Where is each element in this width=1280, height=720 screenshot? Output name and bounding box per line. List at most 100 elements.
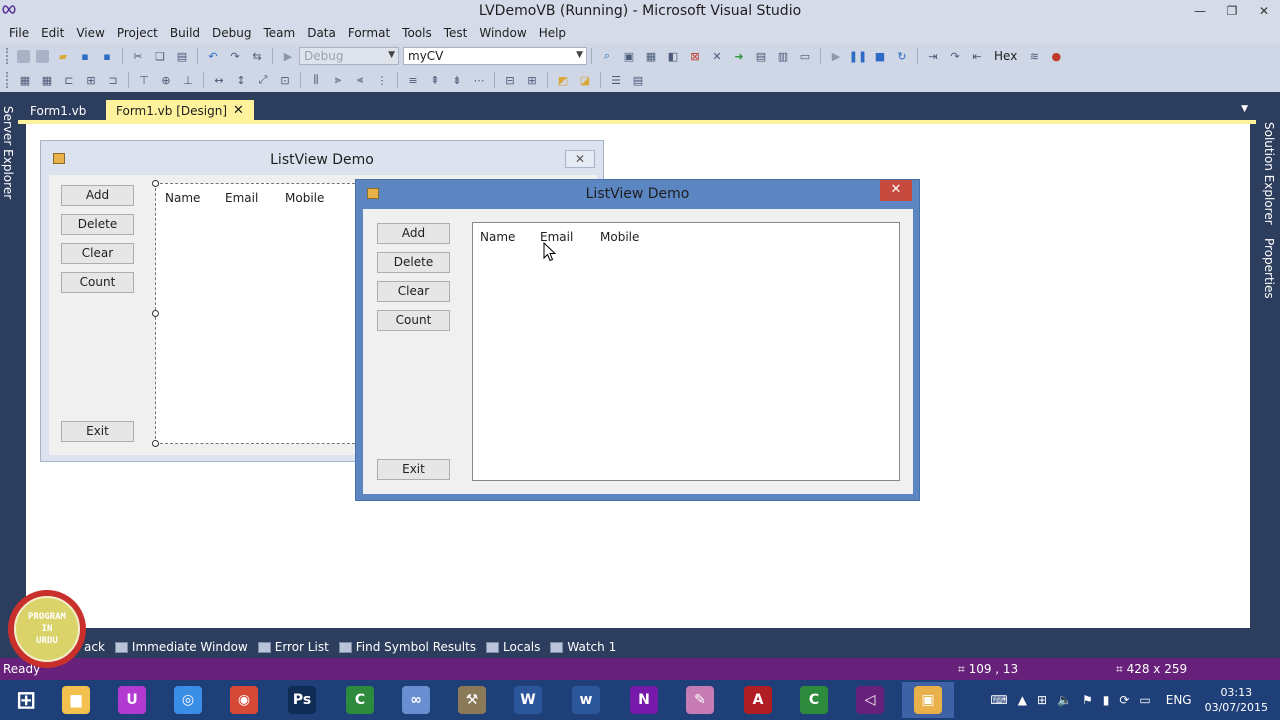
solution-config-combo[interactable]: Debug ▼ bbox=[299, 47, 399, 65]
menu-team[interactable]: Team bbox=[257, 23, 301, 43]
align-left-icon[interactable]: ⊏ bbox=[61, 72, 77, 88]
language-indicator[interactable]: ENG bbox=[1166, 693, 1192, 707]
minimize-icon[interactable]: — bbox=[1184, 0, 1216, 22]
continue-icon[interactable]: ▶ bbox=[828, 48, 844, 64]
menu-help[interactable]: Help bbox=[533, 23, 572, 43]
menu-test[interactable]: Test bbox=[438, 23, 474, 43]
toolbox-icon[interactable]: ⊠ bbox=[687, 48, 703, 64]
v-spacing-equal-icon[interactable]: ≡ bbox=[405, 72, 421, 88]
count-button[interactable]: Count bbox=[377, 310, 450, 331]
tab-watch-1[interactable]: Watch 1 bbox=[550, 640, 616, 654]
same-height-icon[interactable]: ↕ bbox=[233, 72, 249, 88]
tab-order-icon[interactable]: ☰ bbox=[608, 72, 624, 88]
navigate-icon[interactable]: ⇆ bbox=[249, 48, 265, 64]
save-icon[interactable]: ▪ bbox=[77, 48, 93, 64]
exit-button[interactable]: Exit bbox=[377, 459, 450, 480]
new-project-icon[interactable] bbox=[17, 49, 30, 63]
cut-icon[interactable]: ✂ bbox=[130, 48, 146, 64]
align-right-icon[interactable]: ⊐ bbox=[105, 72, 121, 88]
toolbar-grip[interactable] bbox=[6, 72, 10, 88]
tab-immediate-window[interactable]: Immediate Window bbox=[114, 640, 248, 654]
taskbar-app[interactable]: ⊞ bbox=[0, 682, 52, 718]
designer-exit-button[interactable]: Exit bbox=[61, 421, 134, 442]
taskbar-app[interactable]: ⚒ bbox=[446, 682, 498, 718]
startup-object-combo[interactable]: myCV ▼ bbox=[403, 47, 587, 65]
monitor-icon[interactable]: ▭ bbox=[1139, 693, 1150, 707]
v-spacing-remove-icon[interactable]: ⋯ bbox=[471, 72, 487, 88]
designer-add-button[interactable]: Add bbox=[61, 185, 134, 206]
taskbar-app[interactable]: Ps bbox=[276, 682, 328, 718]
taskbar-app[interactable]: ∞ bbox=[390, 682, 442, 718]
column-header-email[interactable]: Email bbox=[225, 191, 258, 205]
threads-icon[interactable]: ≋ bbox=[1026, 48, 1042, 64]
menu-project[interactable]: Project bbox=[111, 23, 164, 43]
same-width-icon[interactable]: ↔ bbox=[211, 72, 227, 88]
window-icon[interactable]: ▭ bbox=[797, 48, 813, 64]
clock[interactable]: 03:13 03/07/2015 bbox=[1205, 685, 1268, 715]
designer-count-button[interactable]: Count bbox=[61, 272, 134, 293]
close-icon[interactable]: ✕ bbox=[1248, 0, 1280, 22]
network-icon[interactable]: ▮ bbox=[1103, 693, 1110, 707]
running-form-close-button[interactable]: ✕ bbox=[880, 180, 912, 201]
show-hidden-icon[interactable]: ▲ bbox=[1018, 693, 1027, 707]
taskbar-app[interactable]: W bbox=[502, 682, 554, 718]
column-header-name[interactable]: Name bbox=[165, 191, 200, 205]
tab-error-list[interactable]: Error List bbox=[257, 640, 329, 654]
menu-file[interactable]: File bbox=[3, 23, 35, 43]
open-folder-icon[interactable]: ▰ bbox=[55, 48, 71, 64]
wrench-icon[interactable]: ✕ bbox=[709, 48, 725, 64]
taskbar-app[interactable]: ✎ bbox=[674, 682, 726, 718]
save-all-icon[interactable]: ▪ bbox=[99, 48, 115, 64]
server-explorer-tab[interactable]: Server Explorer bbox=[1, 106, 15, 199]
tab-find-symbol-results[interactable]: Find Symbol Results bbox=[338, 640, 476, 654]
h-spacing-decrease-icon[interactable]: ⫷ bbox=[352, 72, 368, 88]
step-over-icon[interactable]: ↷ bbox=[947, 48, 963, 64]
sync-icon[interactable]: ⟳ bbox=[1119, 693, 1129, 707]
h-spacing-remove-icon[interactable]: ⋮ bbox=[374, 72, 390, 88]
taskbar-app[interactable]: ▆ bbox=[50, 682, 102, 718]
redo-icon[interactable]: ↷ bbox=[227, 48, 243, 64]
align-to-grid-icon[interactable]: ▦ bbox=[17, 72, 33, 88]
taskbar-app[interactable]: w bbox=[560, 682, 612, 718]
class-view-icon[interactable]: ▤ bbox=[753, 48, 769, 64]
center-horizontally-icon[interactable]: ⊟ bbox=[502, 72, 518, 88]
resize-handle[interactable] bbox=[152, 310, 159, 317]
find-icon[interactable]: ⌕ bbox=[599, 48, 615, 64]
forward-icon[interactable]: ➜ bbox=[731, 48, 747, 64]
undo-icon[interactable]: ↶ bbox=[205, 48, 221, 64]
designer-delete-button[interactable]: Delete bbox=[61, 214, 134, 235]
tab-form1-vb[interactable]: Form1.vb bbox=[20, 100, 96, 122]
menu-edit[interactable]: Edit bbox=[35, 23, 70, 43]
column-header-mobile[interactable]: Mobile bbox=[285, 191, 324, 205]
add-item-icon[interactable] bbox=[36, 49, 49, 63]
menu-data[interactable]: Data bbox=[301, 23, 342, 43]
size-to-grid-icon[interactable]: ⊡ bbox=[277, 72, 293, 88]
restore-icon[interactable]: ❐ bbox=[1216, 0, 1248, 22]
send-to-back-icon[interactable]: ◪ bbox=[577, 72, 593, 88]
hex-toggle[interactable]: Hex bbox=[994, 49, 1017, 63]
designer-listview[interactable]: Name Email Mobile bbox=[155, 183, 365, 444]
properties-tab[interactable]: Properties bbox=[1262, 238, 1276, 299]
menu-debug[interactable]: Debug bbox=[206, 23, 257, 43]
taskbar-app[interactable]: U bbox=[106, 682, 158, 718]
menu-format[interactable]: Format bbox=[342, 23, 396, 43]
tab-call-stack[interactable]: ack bbox=[84, 640, 105, 654]
tab-dropdown-icon[interactable]: ▼ bbox=[1241, 104, 1248, 114]
windows-flag-icon[interactable]: ⊞ bbox=[1037, 693, 1047, 707]
paste-icon[interactable]: ▤ bbox=[174, 48, 190, 64]
solution-explorer-tab[interactable]: Solution Explorer bbox=[1262, 122, 1276, 225]
step-out-icon[interactable]: ⇤ bbox=[969, 48, 985, 64]
v-spacing-decrease-icon[interactable]: ⇟ bbox=[449, 72, 465, 88]
h-spacing-increase-icon[interactable]: ⫸ bbox=[330, 72, 346, 88]
delete-button[interactable]: Delete bbox=[377, 252, 450, 273]
flag-icon[interactable]: ⚑ bbox=[1082, 693, 1093, 707]
designer-clear-button[interactable]: Clear bbox=[61, 243, 134, 264]
volume-icon[interactable]: 🔈 bbox=[1057, 693, 1072, 707]
restart-icon[interactable]: ↻ bbox=[894, 48, 910, 64]
menu-build[interactable]: Build bbox=[164, 23, 206, 43]
solution-explorer-icon[interactable]: ▣ bbox=[621, 48, 637, 64]
keyboard-icon[interactable]: ⌨ bbox=[990, 693, 1007, 707]
column-header-name[interactable]: Name bbox=[480, 230, 515, 244]
properties-icon[interactable]: ▦ bbox=[643, 48, 659, 64]
taskbar-app[interactable]: ▣ bbox=[902, 682, 954, 718]
